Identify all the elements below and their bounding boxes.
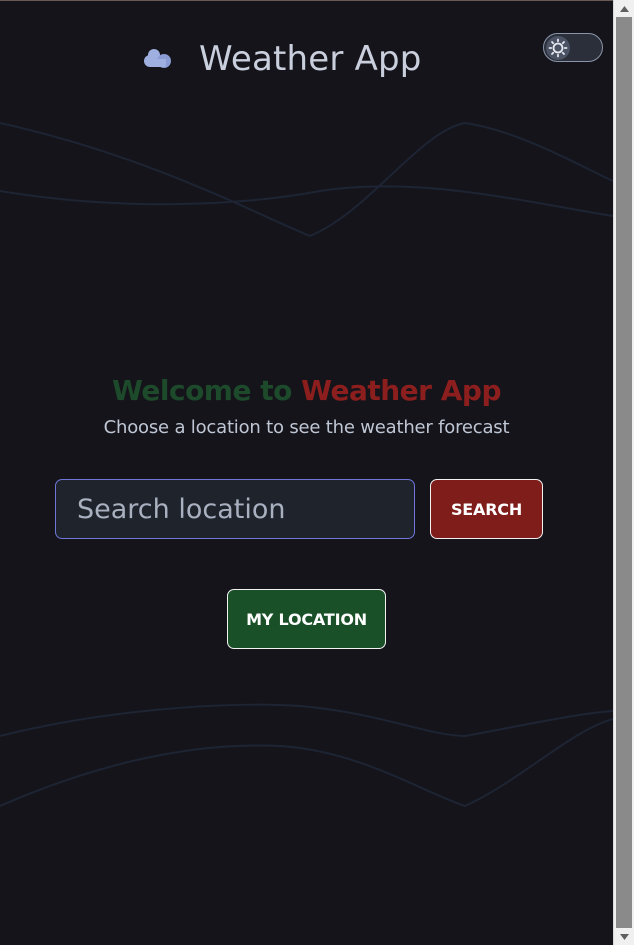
welcome-subtitle: Choose a location to see the weather for… (103, 417, 510, 438)
scrollbar-thumb[interactable] (616, 17, 632, 928)
scroll-up-arrow-icon[interactable] (614, 0, 634, 17)
vertical-scrollbar[interactable] (613, 0, 634, 945)
welcome-app-name: Weather App (301, 374, 501, 407)
search-button[interactable]: SEARCH (430, 479, 543, 539)
background-waves (0, 121, 613, 808)
search-input[interactable] (55, 479, 415, 539)
welcome-text: Welcome to (112, 374, 302, 407)
sun-icon (548, 38, 568, 58)
app-container: Weather App Welcome to Weather App Choos… (0, 0, 613, 945)
app-title: Weather App (199, 39, 422, 79)
toggle-knob[interactable] (546, 36, 570, 60)
theme-toggle[interactable] (543, 33, 603, 62)
scroll-down-arrow-icon[interactable] (614, 928, 634, 945)
cloud-icon (144, 49, 171, 68)
welcome-heading: Welcome to Weather App (0, 374, 613, 407)
app-header: Weather App (0, 33, 613, 87)
my-location-button[interactable]: MY LOCATION (227, 589, 386, 649)
